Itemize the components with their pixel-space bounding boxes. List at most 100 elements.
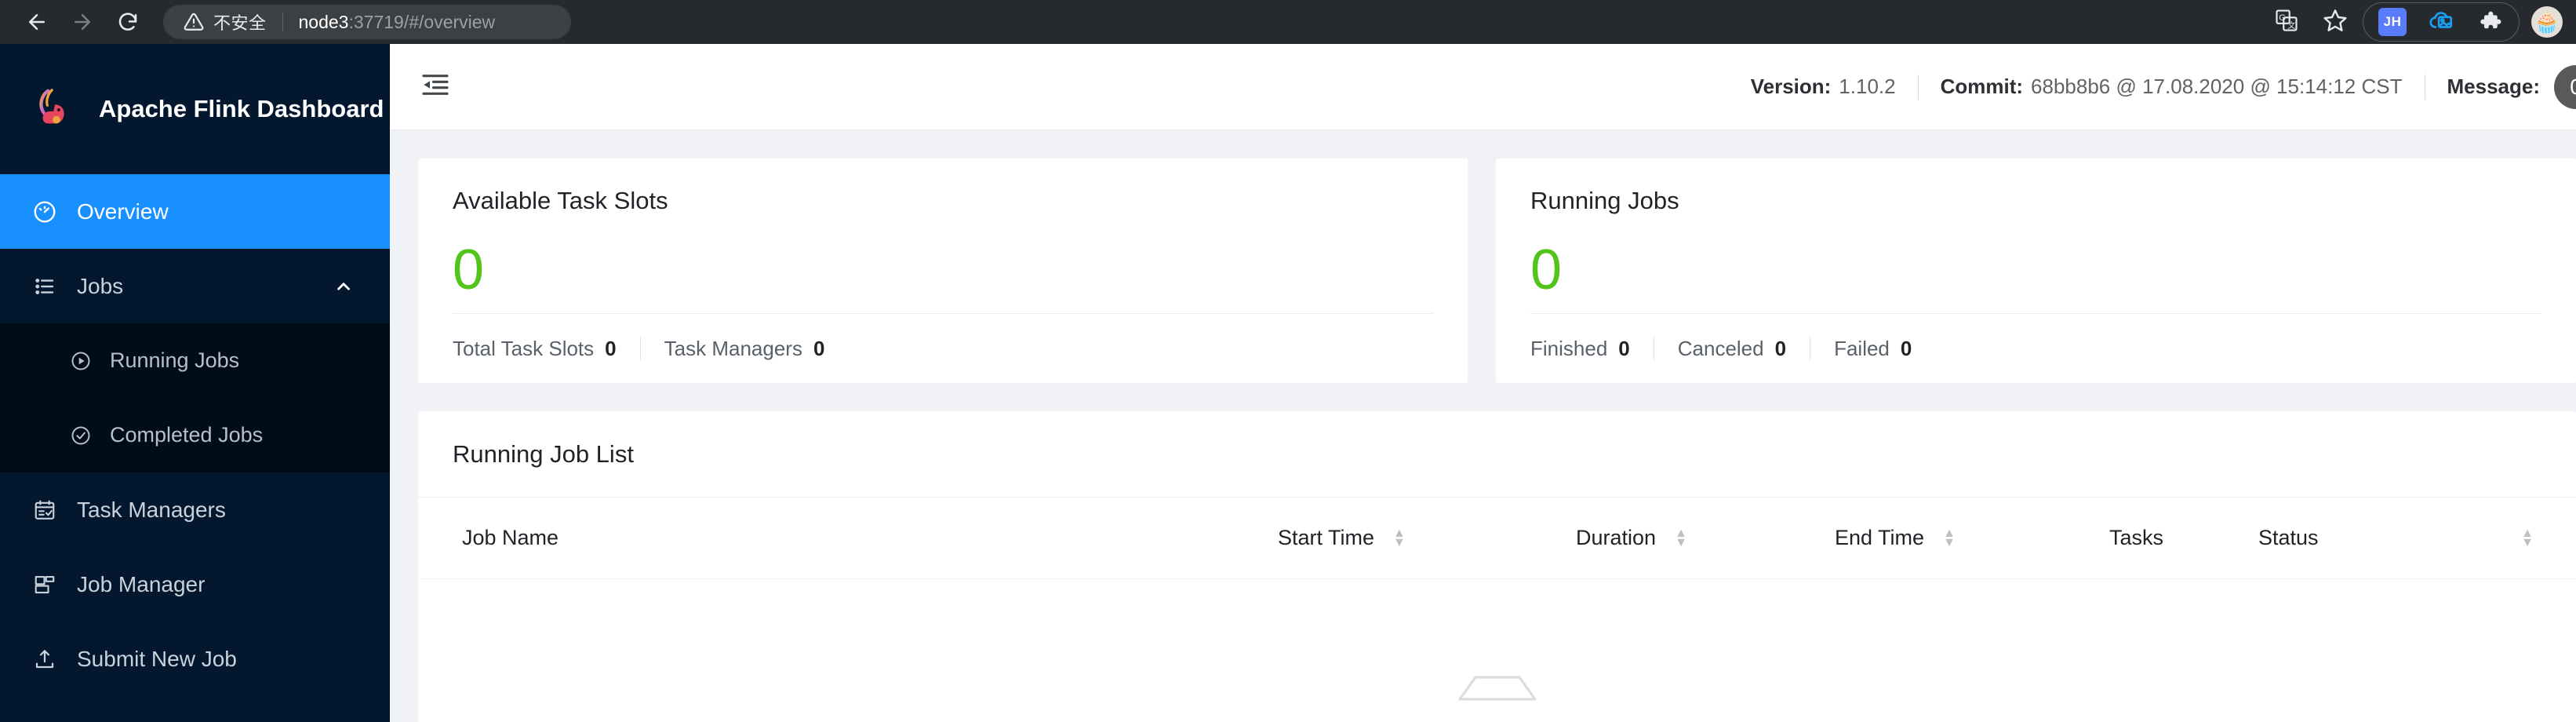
menu-fold-icon [420,69,451,104]
omnibox-divider [282,13,283,31]
running-job-list-card: Running Job List Job Name Start Time ▲ ▼ … [418,411,2576,722]
sidebar-item-completed-jobs[interactable]: Completed Jobs [0,398,390,472]
canceled-label: Canceled [1677,336,1764,360]
upload-icon [31,646,58,673]
sidebar-item-label: Completed Jobs [110,423,264,447]
browser-toolbar: 不安全 node3:37719/#/overview G 文 JH 🧁 [0,0,2576,44]
job-table-empty-state [418,579,2576,722]
brand-title: Apache Flink Dashboard [99,95,384,122]
footer-divider [639,337,641,360]
card-title: Available Task Slots [453,187,668,214]
sidebar-item-job-manager[interactable]: Job Manager [0,547,390,622]
translate-icon: G 文 [2275,9,2298,36]
task-managers-value: 0 [813,336,825,360]
task-managers-label: Task Managers [664,336,802,360]
extensions-menu-button[interactable] [2465,3,2514,41]
main-area: Version: 1.10.2 Commit: 68bb8b6 @ 17.08.… [390,44,2576,722]
sidebar-item-label: Submit New Job [77,646,237,671]
sidebar-item-label: Overview [77,199,169,224]
star-icon [2323,8,2348,37]
card-title: Running Jobs [1530,187,1679,214]
total-task-slots-value: 0 [605,336,617,360]
available-task-slots-card: Available Task Slots 0 Total Task Slots … [418,159,1468,383]
svg-text:G: G [2279,13,2286,23]
card-footer: Finished 0 Canceled 0 Failed 0 [1530,314,2541,383]
sort-arrows-icon[interactable]: ▲ ▼ [1675,527,1687,549]
flink-dashboard: Apache Flink Dashboard Overview Jobs Run… [0,44,2576,722]
column-header-tasks[interactable]: Tasks [2109,526,2258,550]
sidebar-item-task-managers[interactable]: Task Managers [0,472,390,547]
column-header-status[interactable]: Status ▲ ▼ [2258,526,2541,550]
back-arrow-icon [25,10,49,34]
sort-arrows-icon[interactable]: ▲ ▼ [1393,527,1406,549]
message-count-badge[interactable]: 0 [2554,64,2576,109]
jobs-submenu: Running Jobs Completed Jobs [0,323,390,472]
bookmark-button[interactable] [2311,3,2360,41]
sidebar-item-label: Task Managers [77,497,226,522]
sidebar-item-jobs[interactable]: Jobs [0,249,390,323]
version-value: 1.10.2 [1839,75,1896,98]
card-footer: Total Task Slots 0 Task Managers 0 [453,314,1433,383]
menu-fold-button[interactable] [413,65,457,109]
sidebar-item-label: Job Manager [77,571,206,596]
warning-triangle-icon [184,12,204,32]
reload-icon [116,10,140,34]
reload-button[interactable] [105,3,151,41]
column-header-duration[interactable]: Duration ▲ ▼ [1576,526,1835,550]
running-jobs-value: 0 [1530,239,1563,301]
extensions-pill: JH [2363,2,2520,42]
canceled-value: 0 [1774,336,1787,360]
stat-cards-row: Available Task Slots 0 Total Task Slots … [418,159,2576,383]
sidebar: Apache Flink Dashboard Overview Jobs Run… [0,44,390,722]
play-circle-icon [69,349,93,373]
cluster-status-bar: Version: 1.10.2 Commit: 68bb8b6 @ 17.08.… [1750,64,2576,109]
cloud-image-icon [2428,7,2454,38]
app-topbar: Version: 1.10.2 Commit: 68bb8b6 @ 17.08.… [390,44,2576,130]
browser-actions: G 文 JH 🧁 [2262,0,2568,44]
commit-label: Commit: [1940,75,2024,98]
forward-arrow-icon [71,10,94,34]
forward-button[interactable] [60,3,105,41]
sidebar-item-label: Running Jobs [110,348,240,372]
security-status-label: 不安全 [213,13,267,33]
svg-text:文: 文 [2287,20,2295,31]
running-jobs-card: Running Jobs 0 Finished 0 Canceled 0 Fai… [1496,159,2576,383]
failed-label: Failed [1834,336,1890,360]
overview-content: Available Task Slots 0 Total Task Slots … [390,130,2576,722]
sidebar-item-running-jobs[interactable]: Running Jobs [0,323,390,398]
sidebar-item-submit-new-job[interactable]: Submit New Job [0,622,390,696]
finished-label: Finished [1530,336,1608,360]
sidebar-item-overview[interactable]: Overview [0,174,390,249]
failed-value: 0 [1900,336,1912,360]
commit-value: 68bb8b6 @ 17.08.2020 @ 15:14:12 CST [2031,75,2403,98]
extension-jh-button[interactable]: JH [2368,3,2417,41]
list-icon [31,273,58,300]
url-path: :37719/#/overview [348,11,496,32]
flink-squirrel-logo-icon [31,85,80,133]
total-task-slots-label: Total Task Slots [453,336,595,360]
layout-grid-icon [31,571,58,598]
extension-cloud-button[interactable] [2417,3,2465,41]
check-circle-icon [69,424,93,447]
column-header-job-name[interactable]: Job Name [462,526,1278,550]
finished-value: 0 [1618,336,1630,360]
profile-button[interactable]: 🧁 [2520,3,2568,41]
sort-arrows-icon[interactable]: ▲ ▼ [2521,527,2534,549]
puzzle-piece-icon [2477,8,2502,37]
column-header-end-time[interactable]: End Time ▲ ▼ [1835,526,2109,550]
sidebar-item-label: Jobs [77,273,124,298]
version-label: Version: [1750,75,1832,98]
translate-button[interactable]: G 文 [2262,3,2311,41]
address-bar[interactable]: 不安全 node3:37719/#/overview [163,5,571,39]
column-header-start-time[interactable]: Start Time ▲ ▼ [1278,526,1576,550]
chevron-up-icon[interactable] [333,276,354,297]
brand-header[interactable]: Apache Flink Dashboard [0,44,390,174]
running-job-list-title: Running Job List [418,411,2576,498]
url-host: node3 [298,11,349,32]
cupcake-avatar-icon: 🧁 [2531,6,2563,38]
jh-extension-icon: JH [2378,8,2407,36]
back-button[interactable] [14,3,60,41]
available-task-slots-value: 0 [453,239,485,301]
url-text: node3:37719/#/overview [299,12,496,33]
sort-arrows-icon[interactable]: ▲ ▼ [1943,527,1956,549]
